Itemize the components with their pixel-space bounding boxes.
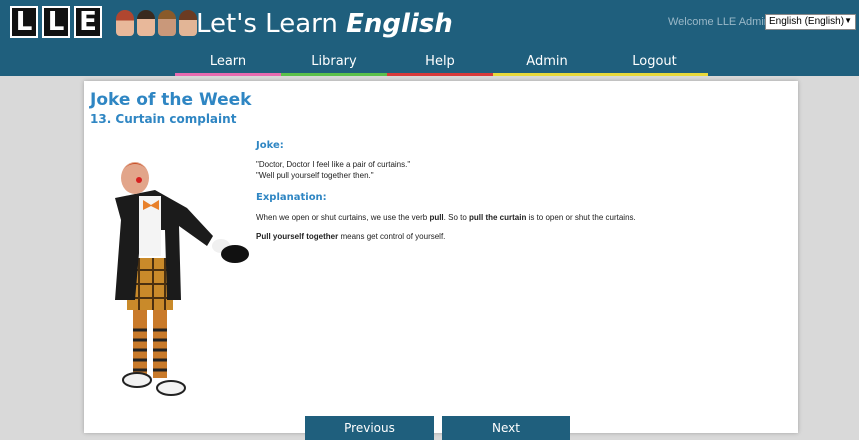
joke-heading: Joke: — [256, 140, 284, 151]
page-title: Joke of the Week — [90, 90, 252, 110]
explanation-text: . So to — [443, 213, 470, 222]
welcome-text: Welcome LLE Admin — [668, 16, 770, 28]
explanation-heading: Explanation: — [256, 192, 327, 203]
nav-item-label: Library — [311, 53, 357, 69]
logo-faces-image — [116, 10, 197, 36]
language-select[interactable]: English (English) ▼ — [765, 14, 856, 30]
logo-letter: L — [10, 6, 38, 38]
explanation-bold: pull the curtain — [469, 213, 527, 222]
explanation-text: is to open or shut the curtains. — [526, 213, 636, 222]
next-button[interactable]: Next — [442, 416, 570, 440]
nav-item-label: Logout — [632, 53, 677, 69]
site-title-emphasis: English — [346, 9, 453, 39]
explanation-bold: pull — [429, 213, 444, 222]
logo[interactable]: L L E — [10, 6, 102, 38]
explanation-paragraph-2: Pull yourself together means get control… — [256, 232, 445, 241]
joke-line-2: "Well pull yourself together then." — [256, 171, 374, 180]
previous-button[interactable]: Previous — [305, 416, 434, 440]
logo-letter: E — [74, 6, 102, 38]
explanation-paragraph-1: When we open or shut curtains, we use th… — [256, 213, 636, 222]
nav-item-label: Admin — [526, 53, 568, 69]
site-header: L L E Let's Learn English Welcome LLE Ad… — [0, 0, 859, 49]
face-icon — [179, 10, 197, 36]
clown-image — [115, 162, 249, 396]
language-select-value: English (English) — [769, 16, 845, 27]
chevron-down-icon: ▼ — [844, 16, 852, 25]
joke-line-1: "Doctor, Doctor I feel like a pair of cu… — [256, 160, 411, 169]
logo-letter: L — [42, 6, 70, 38]
nav-item-library[interactable]: Library — [281, 49, 387, 76]
main-nav: Learn Library Help Admin Logout — [0, 49, 859, 76]
site-title[interactable]: Let's Learn English — [196, 9, 453, 39]
nav-item-label: Help — [425, 53, 455, 69]
face-icon — [137, 10, 155, 36]
site-title-plain: Let's Learn — [196, 9, 347, 39]
explanation-text: When we open or shut curtains, we use th… — [256, 213, 430, 222]
explanation-text: means get control of yourself. — [338, 232, 446, 241]
nav-item-learn[interactable]: Learn — [175, 49, 281, 76]
explanation-bold: Pull yourself together — [256, 232, 339, 241]
page-subtitle: 13. Curtain complaint — [90, 112, 237, 126]
nav-item-label: Learn — [209, 53, 247, 69]
nav-item-admin[interactable]: Admin — [493, 49, 601, 76]
nav-item-help[interactable]: Help — [387, 49, 493, 76]
face-icon — [116, 10, 134, 36]
nav-item-logout[interactable]: Logout — [601, 49, 708, 76]
face-icon — [158, 10, 176, 36]
